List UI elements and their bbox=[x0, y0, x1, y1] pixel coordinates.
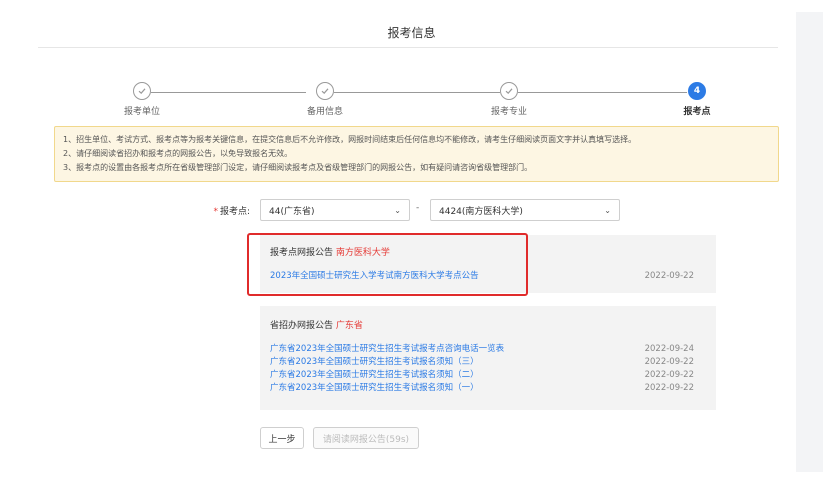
notice-link[interactable]: 广东省2023年全国硕士研究生招生考试报考点咨询电话一览表 bbox=[270, 344, 504, 354]
site-select[interactable]: 4424(南方医科大学) ⌄ bbox=[430, 199, 620, 221]
notice-date: 2022-09-22 bbox=[644, 357, 694, 367]
notice-date: 2022-09-22 bbox=[644, 383, 694, 393]
notice-row: 广东省2023年全国硕士研究生招生考试报考点咨询电话一览表 2022-09-24 bbox=[270, 343, 706, 356]
province-notice-title: 省招办网报公告 广东省 bbox=[270, 321, 363, 331]
chevron-down-icon: ⌄ bbox=[604, 205, 611, 215]
notice-link[interactable]: 广东省2023年全国硕士研究生招生考试报名须知（一） bbox=[270, 383, 479, 393]
check-icon bbox=[316, 82, 334, 100]
notice-link[interactable]: 广东省2023年全国硕士研究生招生考试报名须知（二） bbox=[270, 370, 479, 380]
check-icon bbox=[133, 82, 151, 100]
step-3: 报考专业 bbox=[449, 82, 569, 117]
required-mark: * bbox=[213, 207, 218, 217]
step-label: 备用信息 bbox=[306, 107, 343, 117]
scrollbar-track[interactable] bbox=[796, 12, 823, 472]
notice-row: 广东省2023年全国硕士研究生招生考试报名须知（三） 2022-09-22 bbox=[270, 356, 706, 369]
notice-row: 广东省2023年全国硕士研究生招生考试报名须知（一） 2022-09-22 bbox=[270, 382, 706, 395]
page-title: 报考信息 bbox=[387, 26, 436, 40]
site-select-value: 4424(南方医科大学) bbox=[439, 206, 523, 217]
prev-step-button[interactable]: 上一步 bbox=[260, 427, 304, 449]
divider bbox=[38, 47, 778, 48]
notice-box: 1、招生单位、考试方式、报考点等为报考关键信息，在提交信息后不允许修改，网报时间… bbox=[54, 126, 779, 182]
notice-line: 2、请仔细阅读省招办和报考点的网报公告，以免导致报名无效。 bbox=[63, 149, 293, 158]
step-number: 4 bbox=[688, 82, 706, 100]
notice-line: 1、招生单位、考试方式、报考点等为报考关键信息，在提交信息后不允许修改，网报时间… bbox=[63, 135, 637, 144]
read-notice-countdown-button[interactable]: 请阅读网报公告(59s) bbox=[313, 427, 419, 449]
notice-line: 3、报考点的设置由各报考点所在省级管理部门设定，请仔细阅读报考点及省级管理部门的… bbox=[63, 163, 533, 172]
province-notice-highlight: 广东省 bbox=[335, 321, 363, 331]
step-label: 报考点 bbox=[683, 107, 711, 117]
notice-date: 2022-09-22 bbox=[644, 370, 694, 380]
exam-site-label: * 报考点: bbox=[213, 207, 250, 217]
notice-date: 2022-09-22 bbox=[644, 271, 694, 281]
step-4: 4 报考点 bbox=[637, 82, 757, 117]
chevron-down-icon: ⌄ bbox=[394, 205, 401, 215]
step-2: 备用信息 bbox=[265, 82, 385, 117]
step-1: 报考单位 bbox=[82, 82, 202, 117]
province-select-value: 44(广东省) bbox=[269, 206, 315, 217]
province-select[interactable]: 44(广东省) ⌄ bbox=[260, 199, 410, 221]
page: 报考信息 报考单位 备用信息 报考专业 4 报考点 1、招生单位、考试方式、报考… bbox=[0, 0, 823, 490]
step-label: 报考专业 bbox=[490, 107, 527, 117]
province-notice-panel: 省招办网报公告 广东省 广东省2023年全国硕士研究生招生考试报考点咨询电话一览… bbox=[260, 306, 716, 410]
step-label: 报考单位 bbox=[123, 107, 160, 117]
separator: - bbox=[416, 203, 420, 213]
notice-date: 2022-09-24 bbox=[644, 344, 694, 354]
notice-link[interactable]: 广东省2023年全国硕士研究生招生考试报名须知（三） bbox=[270, 357, 479, 367]
notice-row: 广东省2023年全国硕士研究生招生考试报名须知（二） 2022-09-22 bbox=[270, 369, 706, 382]
check-icon bbox=[500, 82, 518, 100]
annotation-highlight-box bbox=[247, 233, 528, 296]
